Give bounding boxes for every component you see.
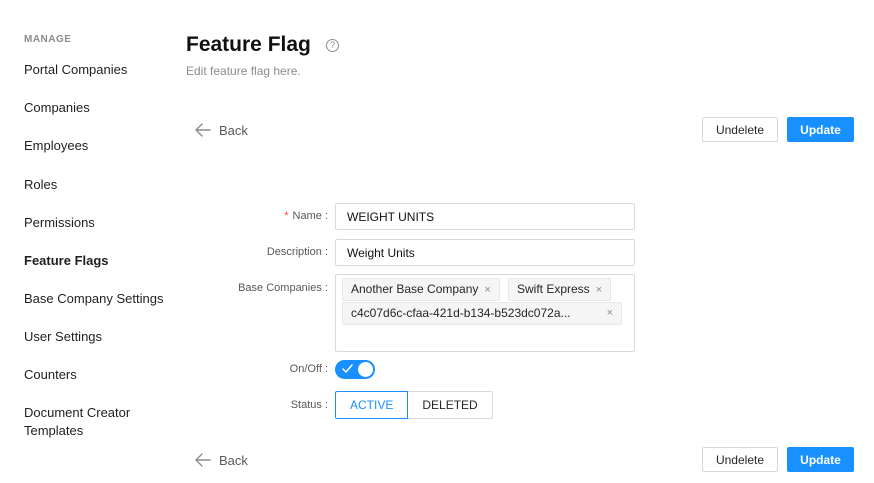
arrow-left-icon: [195, 123, 211, 137]
sidebar-item-permissions[interactable]: Permissions: [24, 214, 184, 232]
name-label: * Name :: [284, 210, 328, 222]
close-icon[interactable]: ×: [484, 284, 490, 296]
description-label: Description :: [266, 246, 328, 258]
sidebar: MANAGE Portal Companies Companies Employ…: [0, 0, 180, 483]
check-icon: [342, 364, 353, 373]
page-title: Feature Flag: [186, 33, 311, 56]
sidebar-item-user-settings[interactable]: User Settings: [24, 328, 184, 346]
page-subtitle: Edit feature flag here.: [186, 64, 301, 78]
switch-knob: [358, 362, 373, 377]
back-button-bottom[interactable]: Back: [195, 450, 248, 470]
sidebar-item-employees[interactable]: Employees: [24, 137, 184, 155]
base-company-tag: Another Base Company ×: [342, 278, 500, 301]
question-circle-icon[interactable]: ?: [326, 39, 339, 52]
onoff-label: On/Off :: [289, 363, 328, 375]
sidebar-item-feature-flags[interactable]: Feature Flags: [24, 252, 184, 270]
close-icon[interactable]: ×: [607, 303, 613, 324]
description-input[interactable]: [335, 239, 635, 266]
sidebar-item-base-company-settings[interactable]: Base Company Settings: [24, 290, 184, 308]
close-icon[interactable]: ×: [596, 284, 602, 296]
base-company-tag: Swift Express ×: [508, 278, 612, 301]
name-input[interactable]: [335, 203, 635, 230]
sidebar-item-label: Templates: [24, 423, 84, 438]
base-companies-label: Base Companies :: [238, 282, 328, 294]
sidebar-item-portal-companies[interactable]: Portal Companies: [24, 61, 184, 79]
undelete-button-bottom[interactable]: Undelete: [702, 447, 778, 472]
sidebar-heading: MANAGE: [24, 34, 72, 45]
base-companies-select[interactable]: Another Base Company × Swift Express × c4c…: [335, 274, 635, 352]
back-label: Back: [219, 122, 248, 138]
arrow-left-icon: [195, 453, 211, 467]
base-company-tag: c4c07d6c-cfaa-421d-b134-b523dc072a... ×: [342, 302, 622, 325]
sidebar-item-label: Document Creator: [24, 405, 131, 420]
status-radio-group: ACTIVE DELETED: [335, 391, 493, 419]
sidebar-item-document-creator-templates[interactable]: Document Creator Templates: [24, 404, 184, 440]
sidebar-item-counters[interactable]: Counters: [24, 366, 184, 384]
update-button-bottom[interactable]: Update: [787, 447, 854, 472]
undelete-button-top[interactable]: Undelete: [702, 117, 778, 142]
sidebar-item-roles[interactable]: Roles: [24, 176, 184, 194]
status-deleted-option[interactable]: DELETED: [408, 391, 493, 419]
required-mark: *: [284, 210, 289, 222]
status-label: Status :: [290, 399, 328, 411]
update-button-top[interactable]: Update: [787, 117, 854, 142]
status-active-option[interactable]: ACTIVE: [335, 391, 409, 419]
back-button-top[interactable]: Back: [195, 120, 248, 140]
sidebar-item-companies[interactable]: Companies: [24, 99, 184, 117]
onoff-switch[interactable]: [335, 360, 375, 379]
back-label: Back: [219, 452, 248, 468]
